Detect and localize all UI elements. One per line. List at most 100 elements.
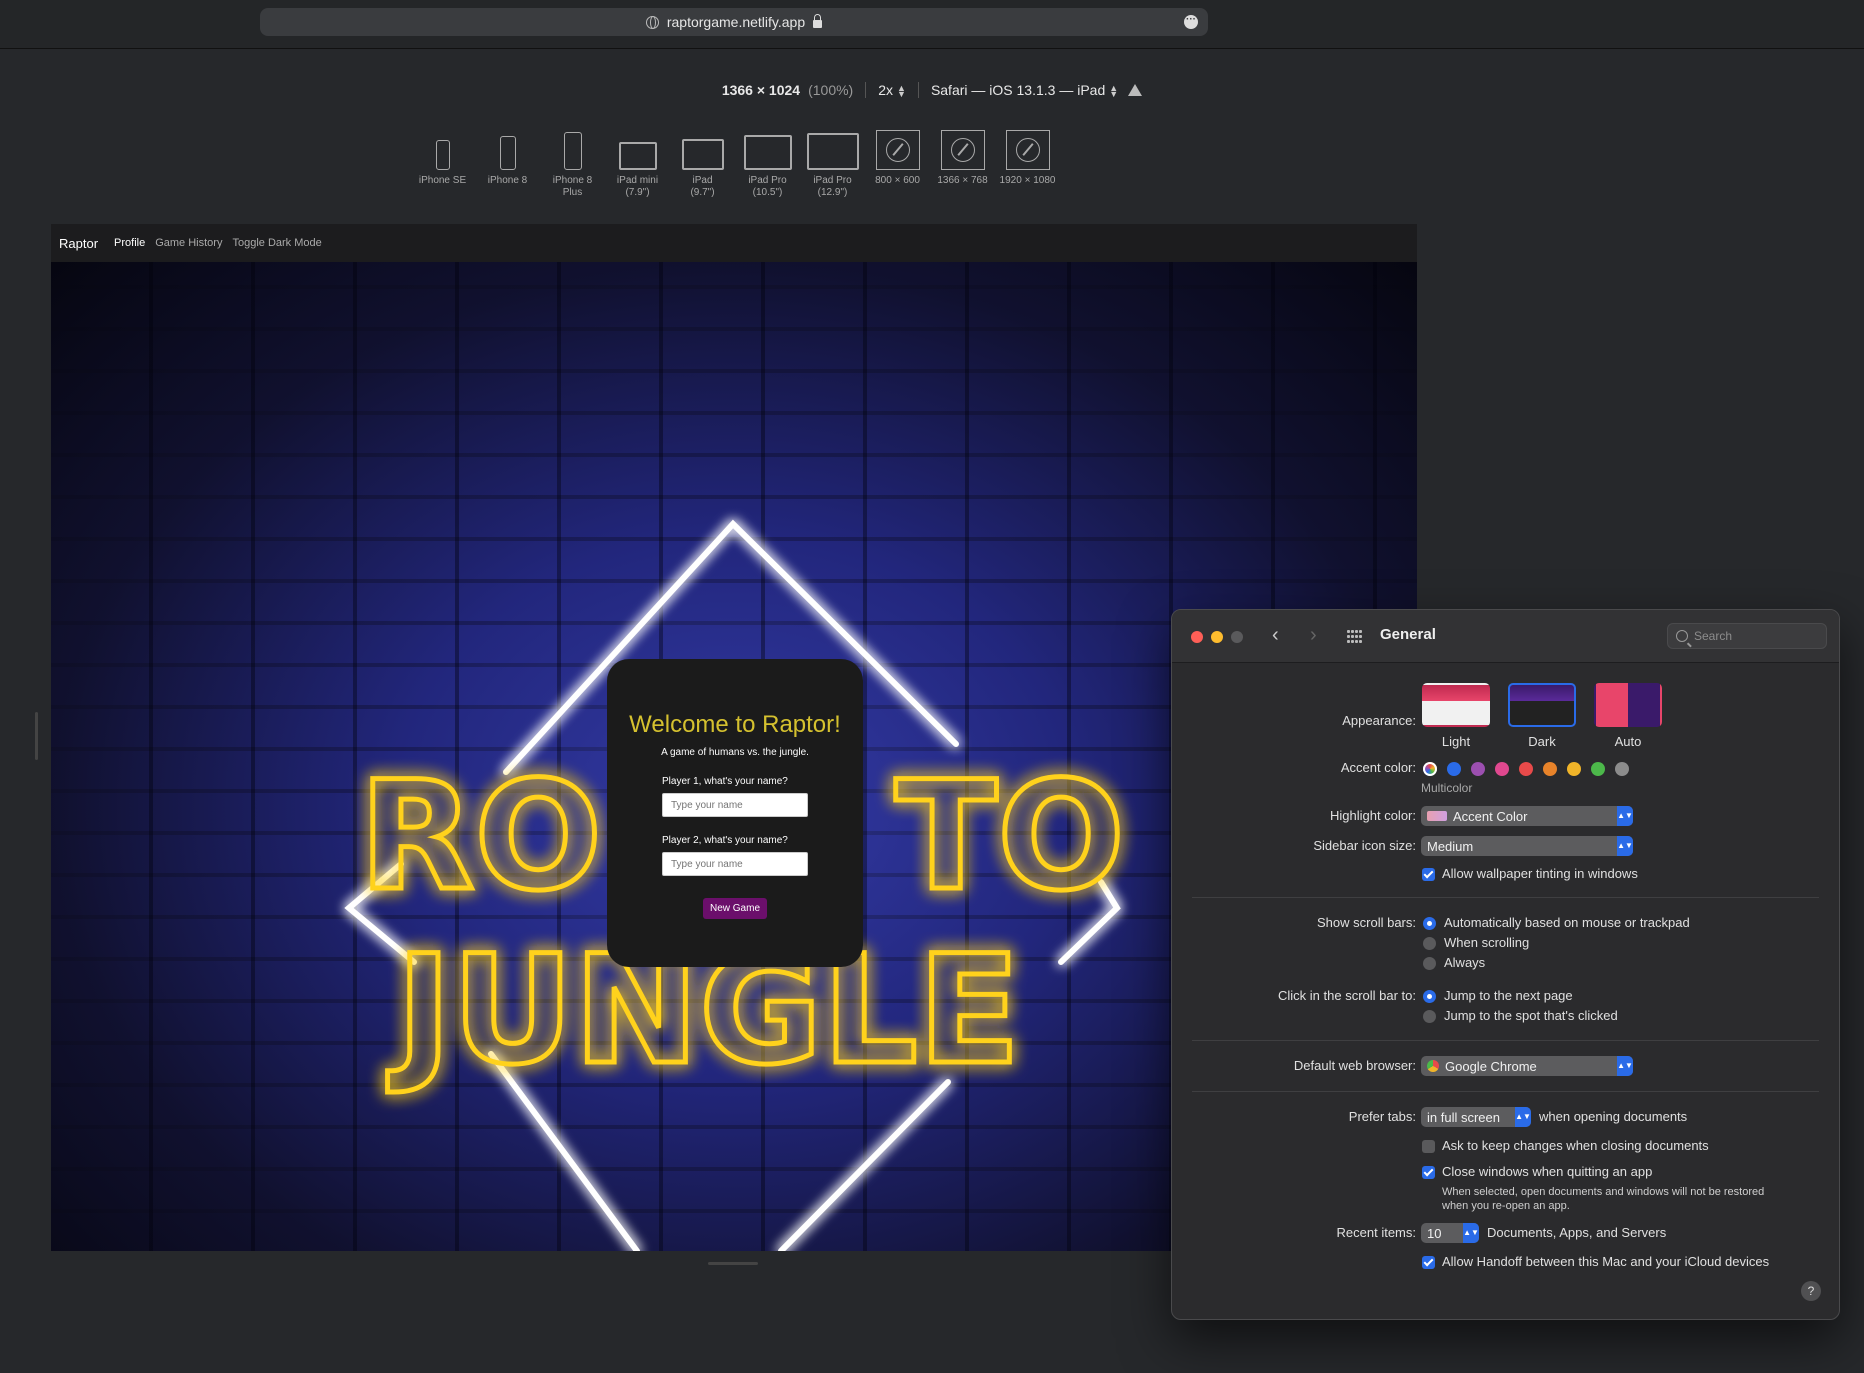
accent-swatch-red[interactable] bbox=[1519, 762, 1533, 776]
show-all-grid-icon[interactable] bbox=[1347, 630, 1363, 644]
player2-label: Player 2, what's your name? bbox=[662, 835, 788, 846]
scroll-always-radio[interactable] bbox=[1423, 957, 1436, 970]
scroll-auto-radio[interactable] bbox=[1423, 917, 1436, 930]
phone-icon bbox=[499, 136, 516, 170]
monitor-icon bbox=[940, 130, 985, 170]
window-titlebar: ‹ › General Search bbox=[1172, 610, 1839, 663]
scroll-when-scrolling-radio[interactable] bbox=[1423, 937, 1436, 950]
accent-swatch-purple[interactable] bbox=[1471, 762, 1485, 776]
device-iphone-8[interactable]: iPhone 8 bbox=[475, 122, 540, 199]
device-ipad-pro-10-5[interactable]: iPad Pro (10.5") bbox=[735, 122, 800, 199]
updown-chevron-icon: ▲▼ bbox=[1617, 836, 1633, 856]
default-browser-select[interactable]: Google Chrome ▲▼ bbox=[1421, 1056, 1633, 1076]
highlight-color-label: Highlight color: bbox=[1330, 808, 1416, 823]
accent-swatch-yellow[interactable] bbox=[1567, 762, 1581, 776]
updown-chevron-icon: ▲▼ bbox=[1617, 806, 1633, 826]
ask-keep-changes-checkbox[interactable] bbox=[1422, 1140, 1435, 1153]
welcome-subtitle: A game of humans vs. the jungle. bbox=[661, 747, 809, 758]
close-windows-label: Close windows when quitting an app bbox=[1442, 1164, 1653, 1179]
click-scroll-bar-label: Click in the scroll bar to: bbox=[1278, 988, 1416, 1003]
neon-text-line1-left: RO bbox=[359, 750, 602, 924]
default-browser-label: Default web browser: bbox=[1293, 1058, 1416, 1073]
appearance-auto-label: Auto bbox=[1614, 734, 1642, 749]
jump-next-page-radio[interactable] bbox=[1423, 990, 1436, 1003]
back-arrow-icon[interactable]: ‹ bbox=[1272, 624, 1279, 647]
jump-next-page-label: Jump to the next page bbox=[1444, 988, 1573, 1003]
new-game-button[interactable]: New Game bbox=[702, 898, 767, 919]
device-1366x768[interactable]: 1366 × 768 bbox=[930, 122, 995, 199]
device-ipad-pro-12-9[interactable]: iPad Pro (12.9") bbox=[800, 122, 865, 199]
player2-name-input[interactable] bbox=[662, 852, 808, 876]
divider bbox=[1192, 1040, 1819, 1041]
nav-game-history[interactable]: Game History bbox=[155, 237, 222, 249]
accent-swatch-green[interactable] bbox=[1591, 762, 1605, 776]
search-field[interactable]: Search bbox=[1667, 623, 1827, 649]
sidebar-icon-size-select[interactable]: Medium ▲▼ bbox=[1421, 836, 1633, 856]
ellipsis-circle-icon[interactable]: ··· bbox=[1184, 15, 1198, 29]
device-ipad[interactable]: iPad (9.7") bbox=[670, 122, 735, 199]
warning-icon[interactable] bbox=[1128, 84, 1143, 96]
url-text: raptorgame.netlify.app bbox=[666, 14, 806, 30]
jump-spot-label: Jump to the spot that's clicked bbox=[1444, 1008, 1618, 1023]
accent-swatch-pink[interactable] bbox=[1495, 762, 1509, 776]
close-windows-note-2: when you re-open an app. bbox=[1442, 1200, 1570, 1212]
highlight-color-select[interactable]: Accent Color ▲▼ bbox=[1421, 806, 1633, 826]
accent-swatch-blue[interactable] bbox=[1447, 762, 1461, 776]
tablet-icon bbox=[806, 133, 859, 170]
user-agent-select[interactable]: Safari — iOS 13.1.3 — iPad ▲ ▼ bbox=[931, 82, 1118, 99]
device-800x600[interactable]: 800 × 600 bbox=[865, 122, 930, 199]
accent-swatch-multicolor[interactable] bbox=[1423, 762, 1437, 776]
accent-swatch-orange[interactable] bbox=[1543, 762, 1557, 776]
resize-handle-left[interactable] bbox=[35, 712, 38, 760]
viewport-zoom: (100%) bbox=[808, 82, 854, 98]
phone-icon bbox=[435, 140, 450, 170]
welcome-title: Welcome to Raptor! bbox=[629, 711, 841, 738]
wallpaper-tinting-checkbox[interactable] bbox=[1422, 868, 1435, 881]
sidebar-icon-size-label: Sidebar icon size: bbox=[1313, 838, 1416, 853]
updown-chevron-icon: ▲▼ bbox=[1617, 1056, 1633, 1076]
updown-chevron-icon: ▲▼ bbox=[1463, 1223, 1479, 1243]
appearance-light-label: Light bbox=[1441, 734, 1471, 749]
monitor-icon bbox=[1005, 130, 1050, 170]
device-1920x1080[interactable]: 1920 × 1080 bbox=[995, 122, 1060, 199]
player1-name-input[interactable] bbox=[662, 793, 808, 817]
resize-handle-bottom[interactable] bbox=[708, 1262, 758, 1265]
viewport-size[interactable]: 1366 × 1024 bbox=[722, 82, 800, 98]
pixel-ratio-select[interactable]: 2x ▲ ▼ bbox=[878, 82, 906, 100]
appearance-light-option[interactable] bbox=[1422, 683, 1490, 727]
device-ipad-mini[interactable]: iPad mini (7.9") bbox=[605, 122, 670, 199]
recent-items-select[interactable]: 10 ▲▼ bbox=[1421, 1223, 1479, 1243]
forward-arrow-icon[interactable]: › bbox=[1310, 624, 1317, 647]
zoom-window-button[interactable] bbox=[1231, 631, 1243, 643]
recent-items-suffix: Documents, Apps, and Servers bbox=[1487, 1225, 1667, 1240]
device-iphone-se[interactable]: iPhone SE bbox=[410, 122, 475, 199]
wallpaper-tinting-label: Allow wallpaper tinting in windows bbox=[1442, 866, 1638, 881]
updown-chevron-icon: ▲▼ bbox=[897, 83, 906, 100]
nav-profile[interactable]: Profile bbox=[114, 237, 145, 249]
search-icon bbox=[1676, 630, 1688, 642]
device-iphone-8-plus[interactable]: iPhone 8 Plus bbox=[540, 122, 605, 199]
close-windows-note-1: When selected, open documents and window… bbox=[1442, 1186, 1765, 1198]
lock-icon bbox=[813, 14, 823, 28]
accent-swatch-graphite[interactable] bbox=[1615, 762, 1629, 776]
appearance-auto-option[interactable] bbox=[1594, 683, 1662, 727]
tablet-icon bbox=[618, 142, 657, 170]
appearance-dark-option[interactable] bbox=[1508, 683, 1576, 727]
ask-keep-changes-label: Ask to keep changes when closing documen… bbox=[1442, 1138, 1709, 1153]
handoff-checkbox[interactable] bbox=[1422, 1256, 1435, 1269]
help-button[interactable]: ? bbox=[1801, 1281, 1821, 1301]
jump-spot-radio[interactable] bbox=[1423, 1010, 1436, 1023]
system-preferences-window: ‹ › General Search Appearance: Light Dar… bbox=[1171, 609, 1840, 1320]
browser-toolbar: raptorgame.netlify.app ··· bbox=[0, 0, 1864, 49]
app-navbar: Raptor Profile Game History Toggle Dark … bbox=[51, 224, 1417, 263]
close-windows-checkbox[interactable] bbox=[1422, 1166, 1435, 1179]
prefer-tabs-suffix: when opening documents bbox=[1539, 1109, 1688, 1124]
address-bar[interactable]: raptorgame.netlify.app ··· bbox=[260, 8, 1208, 36]
close-window-button[interactable] bbox=[1191, 631, 1203, 643]
nav-toggle-dark-mode[interactable]: Toggle Dark Mode bbox=[232, 237, 321, 249]
app-brand[interactable]: Raptor bbox=[59, 236, 98, 251]
minimize-window-button[interactable] bbox=[1211, 631, 1223, 643]
monitor-icon bbox=[875, 130, 920, 170]
prefer-tabs-select[interactable]: in full screen ▲▼ bbox=[1421, 1107, 1531, 1127]
player1-label: Player 1, what's your name? bbox=[662, 776, 788, 787]
